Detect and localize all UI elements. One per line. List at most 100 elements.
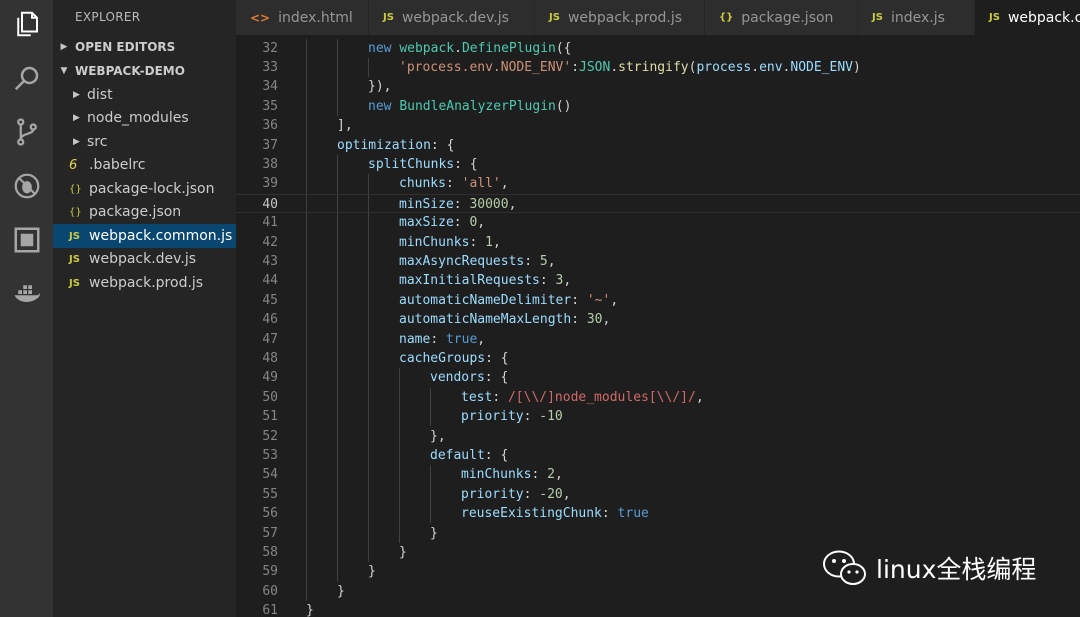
code-line[interactable]: 48 cacheGroups: { xyxy=(236,349,1080,368)
code-line[interactable]: 43 maxAsyncRequests: 5, xyxy=(236,252,1080,271)
code-line[interactable]: 61} xyxy=(236,601,1080,617)
code-line[interactable]: 32 new webpack.DefinePlugin({ xyxy=(236,39,1080,58)
code-line[interactable]: 33'process.env.NODE_ENV':JSON.stringify(… xyxy=(236,58,1080,77)
code-line[interactable]: 42 minChunks: 1, xyxy=(236,233,1080,252)
code-token: : xyxy=(571,292,587,308)
tree-file-webpack-common[interactable]: JS webpack.common.js xyxy=(53,224,236,248)
code-line[interactable]: 41 maxSize: 0, xyxy=(236,213,1080,232)
line-number: 50 xyxy=(262,389,278,405)
tree-file-package-lock[interactable]: {} package-lock.json xyxy=(53,177,236,201)
json-file-icon: {} xyxy=(69,183,82,195)
code-token: process xyxy=(696,59,752,75)
code-line[interactable]: 55 priority: -20, xyxy=(236,485,1080,504)
watermark: linux全栈编程 xyxy=(822,548,1036,588)
extensions-icon[interactable] xyxy=(10,223,43,256)
code-text: ], xyxy=(337,116,353,135)
section-webpack-demo[interactable]: ▼ WEBPACK-DEMO xyxy=(53,59,236,83)
tab-index-js[interactable]: JS index.js xyxy=(858,0,975,35)
section-label: WEBPACK-DEMO xyxy=(75,64,185,78)
code-line[interactable]: 54 minChunks: 2, xyxy=(236,465,1080,484)
code-token: optimization xyxy=(337,137,431,153)
tree-item-label: webpack.prod.js xyxy=(89,275,204,291)
tab-webpack-prod[interactable]: JS webpack.prod.js xyxy=(535,0,705,35)
code-line[interactable]: 53 default: { xyxy=(236,446,1080,465)
code-line[interactable]: 56 reuseExistingChunk: true xyxy=(236,504,1080,523)
tree-item-label: src xyxy=(87,134,108,150)
tab-webpack-dev[interactable]: JS webpack.dev.js xyxy=(369,0,535,35)
code-line[interactable]: 46 automaticNameMaxLength: 30, xyxy=(236,310,1080,329)
code-line[interactable]: 44 maxInitialRequests: 3, xyxy=(236,271,1080,290)
code-token: , xyxy=(695,389,704,405)
tree-item-label: webpack.common.js xyxy=(89,228,233,244)
code-line[interactable]: 37 optimization: { xyxy=(236,136,1080,155)
line-number: 49 xyxy=(262,370,278,386)
code-line[interactable]: 52}, xyxy=(236,427,1080,446)
code-text: optimization: { xyxy=(337,136,454,155)
code-line[interactable]: 40 minSize: 30000, xyxy=(236,193,1080,214)
code-token: } xyxy=(430,525,438,541)
code-text: }, xyxy=(430,427,446,446)
tree-item-label: package-lock.json xyxy=(89,181,215,197)
chevron-right-icon: ▶ xyxy=(73,90,80,100)
line-number: 38 xyxy=(262,156,278,172)
code-line[interactable]: 36], xyxy=(236,116,1080,135)
code-token: /[\\/]node_modules[\\/]/ xyxy=(507,389,696,405)
line-number: 52 xyxy=(262,428,278,444)
tree-file-webpack-prod[interactable]: JS webpack.prod.js xyxy=(53,271,236,295)
code-token: maxSize xyxy=(399,215,454,231)
source-control-icon[interactable] xyxy=(10,115,43,148)
tab-label: webpack.prod.js xyxy=(567,9,683,26)
code-line[interactable]: 39 chunks: 'all', xyxy=(236,174,1080,193)
code-token: : xyxy=(601,506,618,522)
docker-icon[interactable] xyxy=(10,277,43,310)
line-number: 41 xyxy=(262,215,278,231)
code-token: -10 xyxy=(539,409,563,425)
tree-folder-node-modules[interactable]: ▶ node_modules xyxy=(53,106,236,130)
code-token: () xyxy=(555,98,572,114)
tree-folder-src[interactable]: ▶ src xyxy=(53,130,236,154)
code-token: , xyxy=(477,331,486,347)
code-token: maxAsyncRequests xyxy=(399,253,525,269)
code-line[interactable]: 35 new BundleAnalyzerPlugin() xyxy=(236,97,1080,116)
code-token: priority xyxy=(461,409,524,425)
line-number: 45 xyxy=(262,292,278,308)
code-text: default: { xyxy=(430,446,508,465)
code-line[interactable]: 38 splitChunks: { xyxy=(236,155,1080,174)
tree-file-babelrc[interactable]: 6 .babelrc xyxy=(53,153,236,177)
code-token: NODE_ENV xyxy=(790,59,853,75)
code-line[interactable]: 49 vendors: { xyxy=(236,368,1080,387)
tree-folder-dist[interactable]: ▶ dist xyxy=(53,83,236,107)
section-open-editors[interactable]: ▶ OPEN EDITORS xyxy=(53,35,236,59)
code-token: -20 xyxy=(539,486,563,502)
code-line[interactable]: 51 priority: -10 xyxy=(236,407,1080,426)
code-line[interactable]: 45 automaticNameDelimiter: '~', xyxy=(236,291,1080,310)
explorer-icon[interactable] xyxy=(10,7,43,40)
code-line[interactable]: 57} xyxy=(236,524,1080,543)
tab-webpack-common[interactable]: JS webpack.common.js xyxy=(975,0,1080,35)
line-number: 46 xyxy=(262,312,278,328)
code-token: , xyxy=(562,486,571,502)
line-number: 55 xyxy=(262,486,278,502)
line-number: 54 xyxy=(262,467,278,483)
tab-index-html[interactable]: <> index.html xyxy=(236,0,369,35)
code-token: 'all' xyxy=(461,176,501,192)
code-token: vendors xyxy=(430,370,485,386)
code-token: 1 xyxy=(485,234,493,250)
code-token: : xyxy=(492,389,508,405)
code-token: ({ xyxy=(555,40,572,56)
code-line[interactable]: 50 test: /[\\/]node_modules[\\/]/, xyxy=(236,388,1080,407)
code-line[interactable]: 34}), xyxy=(236,77,1080,96)
tree-file-webpack-dev[interactable]: JS webpack.dev.js xyxy=(53,247,236,271)
search-icon[interactable] xyxy=(10,61,43,94)
tree-file-package-json[interactable]: {} package.json xyxy=(53,200,236,224)
tree-item-label: webpack.dev.js xyxy=(89,251,197,267)
code-editor[interactable]: 32 new webpack.DefinePlugin({33'process.e… xyxy=(236,35,1080,617)
code-line[interactable]: 47 name: true, xyxy=(236,330,1080,349)
code-text: chunks: 'all', xyxy=(399,174,509,193)
line-number: 35 xyxy=(262,98,278,114)
code-text: splitChunks: { xyxy=(368,155,478,174)
code-token: : xyxy=(523,409,540,425)
tab-package-json[interactable]: {} package.json xyxy=(705,0,858,35)
debug-icon[interactable] xyxy=(10,169,43,202)
line-number: 34 xyxy=(262,79,278,95)
